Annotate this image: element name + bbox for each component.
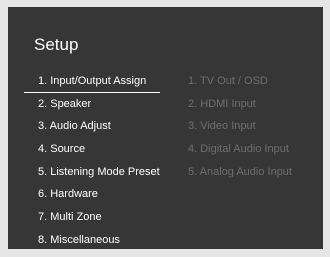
menu-item-hardware[interactable]: 6. Hardware	[38, 183, 160, 206]
main-menu: 1. Input/Output Assign 2. Speaker 3. Aud…	[24, 70, 160, 252]
menu-item-source[interactable]: 4. Source	[38, 138, 160, 161]
submenu-item-hdmi-input[interactable]: 2. HDMI Input	[188, 93, 292, 116]
page-title: Setup	[34, 35, 79, 54]
submenu-item-video-input[interactable]: 3. Video Input	[188, 115, 292, 138]
setup-screen: Setup 1. Input/Output Assign 2. Speaker …	[8, 7, 323, 249]
submenu-item-digital-audio-input[interactable]: 4. Digital Audio Input	[188, 138, 292, 161]
menu-item-speaker[interactable]: 2. Speaker	[38, 93, 160, 116]
menu-item-multi-zone[interactable]: 7. Multi Zone	[38, 206, 160, 229]
menu-item-input-output-assign[interactable]: 1. Input/Output Assign	[24, 70, 160, 93]
menu-item-miscellaneous[interactable]: 8. Miscellaneous	[38, 229, 160, 252]
submenu-item-tv-out-osd[interactable]: 1. TV Out / OSD	[188, 70, 292, 93]
menu-item-audio-adjust[interactable]: 3. Audio Adjust	[38, 115, 160, 138]
submenu-item-analog-audio-input[interactable]: 5. Analog Audio Input	[188, 161, 292, 184]
sub-menu: 1. TV Out / OSD 2. HDMI Input 3. Video I…	[188, 70, 292, 183]
menu-item-listening-mode-preset[interactable]: 5. Listening Mode Preset	[38, 161, 160, 184]
